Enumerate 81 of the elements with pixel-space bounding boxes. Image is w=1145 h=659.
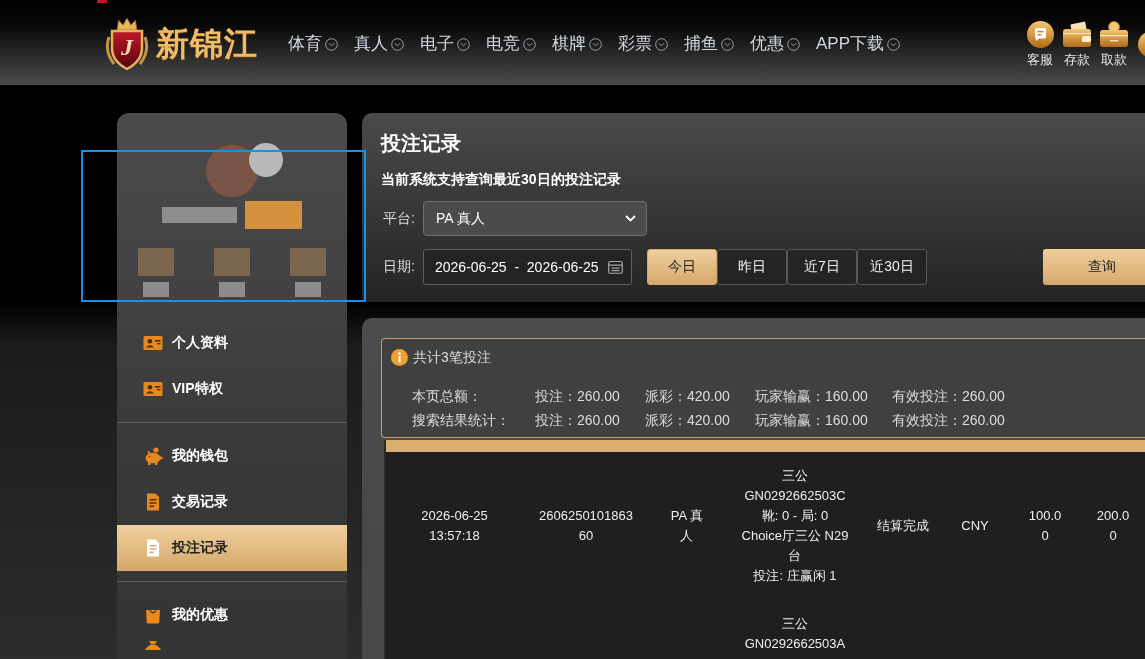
crown-shield-icon	[103, 17, 151, 71]
pixelated-icon	[290, 248, 326, 276]
nav-item[interactable]: 捕鱼	[684, 33, 734, 55]
sidebar-item[interactable]: 我的钱包	[117, 433, 347, 479]
summary-value: 有效投注：260.00	[892, 387, 1005, 406]
table-cell-text: 三公 GN0292662503A	[744, 615, 846, 653]
sidebar-item[interactable]: 投注记录	[117, 525, 347, 571]
piggy-bank-icon	[143, 446, 163, 466]
sidebar-item[interactable]: VIP特权	[117, 366, 347, 412]
nav-item[interactable]: 电竞	[486, 33, 536, 55]
chevron-circle-icon	[887, 37, 901, 51]
filter-label: 平台:	[382, 209, 416, 228]
summary-value: 投注：260.00	[535, 411, 620, 430]
chevron-down-icon	[625, 215, 636, 222]
chevron-circle-icon	[391, 37, 404, 51]
sidebar-item[interactable]: 交易记录	[117, 479, 347, 525]
search-button[interactable]: 查询	[1043, 249, 1145, 285]
header-link[interactable]: 客服	[1025, 21, 1055, 67]
summary-value: 派彩：420.00	[645, 387, 730, 406]
pixelated-label	[219, 282, 245, 297]
wallet-icon	[1062, 21, 1092, 48]
summary-value: 派彩：420.00	[645, 411, 730, 430]
table-cell-text: 三公 GN0292662503C 靴: 0 - 局: 0 Choice厅三公 N29台 投注: 庄赢闲 1	[740, 467, 850, 585]
notice-text: 当前系统支持查询最近30日的投注记录	[381, 170, 622, 189]
logo-text: 新锦江	[156, 24, 258, 64]
nav-item[interactable]: 体育	[288, 33, 338, 55]
nav-item[interactable]: APP下载	[816, 33, 901, 55]
calendar-icon	[608, 260, 623, 274]
record-count: 共计3笔投注	[413, 348, 491, 366]
id-card-icon	[143, 379, 163, 399]
nav-item[interactable]: 优惠	[750, 33, 800, 55]
range-tab[interactable]: 近30日	[857, 249, 927, 285]
info-icon	[391, 348, 408, 366]
chevron-circle-icon	[655, 37, 668, 51]
wallet-coin-icon	[1099, 21, 1129, 48]
chevron-circle-icon	[589, 37, 602, 51]
chevron-circle-icon	[457, 37, 470, 51]
pixelated-icon	[138, 248, 174, 276]
table-cell-text: 200.00	[1095, 507, 1131, 545]
edge-marker	[97, 0, 107, 3]
table-cell-text: 100.00	[1027, 507, 1063, 545]
summary-value: 有效投注：260.00	[892, 411, 1005, 430]
pixelated-icon	[214, 248, 250, 276]
logo-letter: J	[121, 34, 133, 60]
range-tab[interactable]: 今日	[647, 249, 717, 285]
money-bag-icon	[143, 641, 163, 650]
date-range-field[interactable]: 2026-06-25 - 2026-06-25	[423, 249, 632, 285]
table-cell-text: 结算完成	[877, 517, 929, 535]
summary-value: 玩家输赢：160.00	[755, 411, 868, 430]
table-cell-text: 2026-06-25 13:57:18	[420, 507, 489, 545]
chevron-circle-icon	[787, 37, 800, 51]
platform-select[interactable]: PA 真人	[423, 201, 647, 236]
pixelated-label	[295, 282, 321, 297]
summary-label: 搜索结果统计：	[412, 411, 510, 430]
id-card-icon	[143, 333, 163, 353]
table-cell-text: PA 真人	[669, 507, 705, 545]
table-cell-text: CNY	[961, 517, 989, 535]
nav-item[interactable]: 真人	[354, 33, 404, 55]
chevron-circle-icon	[721, 37, 734, 51]
sidebar-item[interactable]: 我的优惠	[117, 592, 347, 638]
nav-item[interactable]: 棋牌	[552, 33, 602, 55]
chat-icon	[1026, 21, 1054, 48]
summary-value: 投注：260.00	[535, 387, 620, 406]
sidebar-item[interactable]: 个人资料	[117, 320, 347, 366]
avatar-placeholder	[206, 145, 258, 197]
nav-item[interactable]: 彩票	[618, 33, 668, 55]
table-cell-text: 260625010186360	[538, 507, 634, 545]
page-title: 投注记录	[381, 131, 462, 156]
nav-item[interactable]: 电子	[420, 33, 470, 55]
filter-label: 日期:	[382, 258, 416, 276]
summary-label: 本页总额：	[412, 387, 482, 406]
pixelated-circle	[249, 143, 283, 177]
chevron-circle-icon	[523, 37, 536, 51]
pixelated-badge	[245, 201, 302, 229]
pixelated-label	[143, 282, 169, 297]
range-tab[interactable]: 近7日	[787, 249, 857, 285]
chevron-circle-icon	[325, 37, 338, 51]
summary-value: 玩家输赢：160.00	[755, 387, 868, 406]
range-tab[interactable]: 昨日	[717, 249, 787, 285]
header-link[interactable]: 存款	[1062, 21, 1092, 67]
header-link[interactable]: 取款	[1099, 21, 1129, 67]
